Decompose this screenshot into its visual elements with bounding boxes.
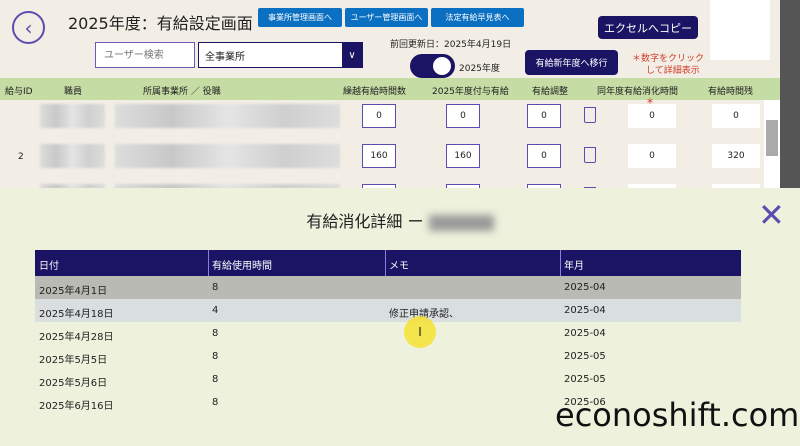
detail-row[interactable]: 2025年4月18日 4 修正申請承認、 2025-04 bbox=[35, 299, 741, 322]
last-updated: 前回更新日：2025年4月19日 bbox=[390, 40, 512, 50]
click-note: ＊数字をクリック して詳細表示 bbox=[632, 54, 705, 76]
detail-row[interactable]: 2025年5月6日 8 2025-05 bbox=[35, 368, 741, 391]
grant-input[interactable]: 0 bbox=[446, 104, 480, 128]
right-edge bbox=[780, 0, 800, 190]
detail-table-header: 日付 有給使用時間 メモ 年月 bbox=[35, 250, 741, 276]
adjust-input[interactable]: 0 bbox=[527, 144, 561, 168]
scrollbar-thumb[interactable] bbox=[766, 120, 778, 156]
grant-input[interactable]: 160 bbox=[446, 144, 480, 168]
remaining-hours: 320 bbox=[712, 144, 760, 168]
detail-row[interactable]: 2025年5月5日 8 2025-05 bbox=[35, 345, 741, 368]
white-panel bbox=[710, 0, 770, 60]
legal-leave-table-button[interactable]: 法定有給早見表へ bbox=[431, 8, 524, 27]
salary-id: 2 bbox=[18, 152, 24, 162]
year-toggle[interactable] bbox=[410, 54, 455, 78]
note-icon[interactable] bbox=[584, 107, 596, 123]
carryover-input[interactable]: 0 bbox=[362, 104, 396, 128]
close-icon[interactable]: ✕ bbox=[758, 196, 785, 234]
used-hours[interactable]: 0 bbox=[628, 104, 676, 128]
adjust-input[interactable]: 0 bbox=[527, 104, 561, 128]
employee-name-blurred bbox=[428, 214, 494, 231]
detail-row[interactable]: 2025年4月28日 8 2025-04 bbox=[35, 322, 741, 345]
text-cursor-icon: I bbox=[404, 316, 436, 348]
carryover-input[interactable]: 160 bbox=[362, 144, 396, 168]
back-button[interactable]: ‹ bbox=[12, 11, 45, 44]
office-select[interactable]: 全事業所 ∨ bbox=[198, 42, 363, 68]
user-management-button[interactable]: ユーザー管理画面へ bbox=[345, 8, 428, 27]
user-search-input[interactable] bbox=[95, 42, 195, 68]
used-hours[interactable]: 0 bbox=[628, 144, 676, 168]
modal-title: 有給消化詳細 ー bbox=[0, 208, 800, 232]
detail-table: 日付 有給使用時間 メモ 年月 2025年4月1日 8 2025-04 2025年4月… bbox=[35, 250, 741, 414]
remaining-hours: 0 bbox=[712, 104, 760, 128]
office-management-button[interactable]: 事業所管理画面へ bbox=[258, 8, 342, 27]
detail-row[interactable]: 2025年4月1日 8 2025-04 bbox=[35, 276, 741, 299]
toggle-label: 2025年度 bbox=[459, 64, 500, 74]
watermark: econoshift.com bbox=[555, 396, 800, 434]
note-icon[interactable] bbox=[584, 147, 596, 163]
chevron-down-icon[interactable]: ∨ bbox=[342, 43, 362, 67]
toggle-knob bbox=[433, 57, 451, 75]
excel-copy-button[interactable]: エクセルへコピー bbox=[598, 16, 698, 39]
table-header: 給与ID 職員 所属事業所 ／ 役職 繰越有給時間数 2025年度付与有給 有給… bbox=[0, 78, 780, 100]
page-title: 2025年度：有給設定画面 bbox=[68, 14, 253, 33]
migrate-year-button[interactable]: 有給新年度へ移行 bbox=[525, 50, 618, 75]
